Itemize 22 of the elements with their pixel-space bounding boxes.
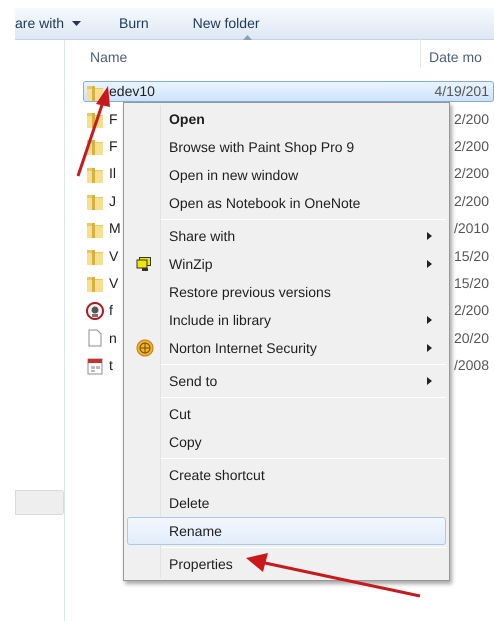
file-name: f <box>109 301 113 320</box>
file-name: F <box>109 136 118 156</box>
file-date: 2/200 <box>454 164 490 184</box>
file-name: Il <box>109 164 116 184</box>
file-name: edev10 <box>109 82 155 102</box>
file-name: J <box>109 192 116 211</box>
file-date: 4/19/201 <box>434 82 490 102</box>
file-date: /2008 <box>454 356 490 376</box>
file-date: 20/20 <box>454 328 490 348</box>
file-name: F <box>109 110 118 129</box>
file-date: /2010 <box>454 219 490 238</box>
file-date: 2/200 <box>454 192 490 211</box>
file-name: n <box>109 328 117 348</box>
file-date: 2/200 <box>454 136 490 156</box>
file-name: V <box>109 246 118 266</box>
file-name: V <box>109 274 118 293</box>
file-date: 2/200 <box>454 301 490 320</box>
file-date: 15/20 <box>454 274 490 293</box>
file-name: M <box>109 219 121 238</box>
file-date: 2/200 <box>454 110 490 129</box>
file-name: t <box>109 356 113 376</box>
file-date: 15/20 <box>454 246 490 266</box>
